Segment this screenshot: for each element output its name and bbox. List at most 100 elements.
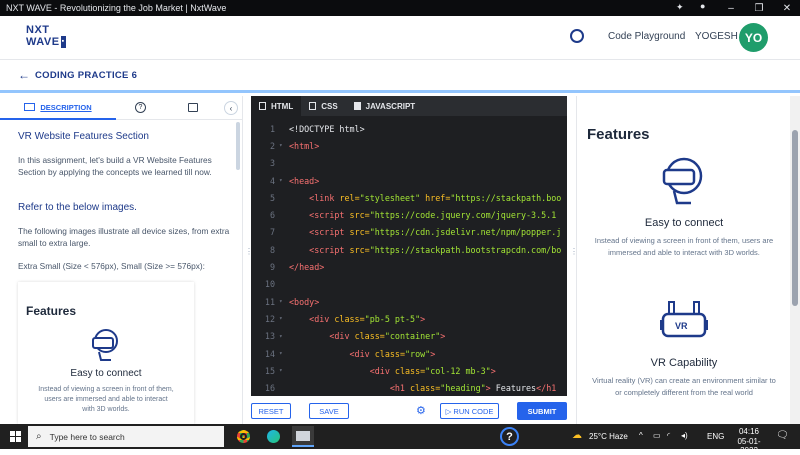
line-number: 9 [269,262,275,273]
code-text: <script src="https://code.jquery.com/jqu… [285,210,556,220]
weather-icon: ☁ [572,430,582,441]
wifi-icon[interactable]: ◜ [667,431,670,440]
avatar[interactable]: YO [739,23,768,52]
left-tab-bar: DESCRIPTION ? ‹ [0,96,242,120]
nxtwave-app-icon[interactable] [292,426,314,447]
description-heading: VR Website Features Section [18,131,149,142]
sample-feature-text: Instead of viewing a screen in front of … [38,386,174,413]
submit-button[interactable]: SUBMIT [517,402,567,420]
code-line[interactable]: 7 <script src="https://cdn.jsdelivr.net/… [251,224,567,241]
code-text: <body> [285,297,319,307]
code-line[interactable]: 12 ▾ <div class="pb-5 pt-5"> [251,310,567,327]
code-text: <div class="container"> [285,331,445,341]
line-number: 16 [264,383,275,394]
close-icon[interactable]: ✕ [772,0,800,16]
save-button[interactable]: SAVE [309,403,349,419]
edge-icon[interactable] [267,430,280,443]
line-number: 2 [269,140,275,151]
vr-badge: VR [675,321,688,331]
comments-icon[interactable] [188,103,198,112]
taskbar-search-placeholder: Type here to search [49,431,125,442]
minimize-icon[interactable]: – [716,0,746,16]
back-arrow-icon[interactable]: ← [18,68,30,82]
line-number: 10 [264,279,275,290]
code-line[interactable]: 1 <!DOCTYPE html> [251,120,567,137]
code-line[interactable]: 5 <link rel="stylesheet" href="https://s… [251,189,567,206]
clock-date[interactable]: 05-01-2022 [729,437,769,455]
description-paragraph-2: The following images illustrate all devi… [18,226,230,248]
description-paragraph-1: In this assignment, let's build a VR Web… [18,155,212,177]
tab-html[interactable]: HTML [251,96,302,116]
code-line[interactable]: 8 <script src="https://stackpath.bootstr… [251,241,567,258]
volume-icon[interactable]: ◂) [681,431,688,440]
code-token: <head> [289,175,320,186]
code-token: src= [349,244,370,255]
html-file-icon [259,102,266,110]
collapse-panel-icon[interactable]: ‹ [224,101,238,115]
code-token: > [490,365,496,376]
profile-icon[interactable]: ● [700,1,705,11]
logo-badge: ▪ [60,36,66,49]
practice-title: CODING PRACTICE 6 [35,70,138,81]
sample-feature-title: Easy to connect [70,368,142,379]
tab-description[interactable]: DESCRIPTION [0,96,116,120]
run-code-button[interactable]: ▷ RUN CODE [440,403,499,419]
code-token: class= [334,313,365,324]
code-line[interactable]: 9 </head> [251,258,567,275]
code-token: <div [369,365,395,376]
help-circle-icon[interactable]: ? [500,427,519,446]
tab-javascript[interactable]: JAVASCRIPT [346,96,424,116]
preview-scrollbar-thumb[interactable] [792,130,798,306]
code-line[interactable]: 14 ▾ <div class="row"> [251,345,567,362]
timer-icon[interactable] [570,29,584,43]
tab-css[interactable]: CSS [301,96,345,116]
help-icon[interactable]: ? [135,102,146,113]
settings-gear-icon[interactable]: ⚙ [416,404,426,417]
code-token: src= [349,227,370,238]
code-line[interactable]: 16 <h1 class="heading"> Features</h1 [251,379,567,396]
code-token: <script [309,227,350,238]
network-icon[interactable]: ▭ [653,431,661,440]
code-token: <link [309,192,340,203]
code-line[interactable]: 6 <script src="https://code.jquery.com/j… [251,206,567,223]
code-playground-link[interactable]: Code Playground [608,31,685,42]
language-indicator[interactable]: ENG [707,432,724,441]
code-token: <script [309,244,350,255]
left-scrollbar-thumb[interactable] [236,122,240,170]
nxtwave-logo[interactable]: NXT WAVE ▪ [26,24,66,49]
code-token: "heading" [440,383,486,394]
reset-button[interactable]: RESET [251,403,291,419]
tray-chevron-icon[interactable]: ^ [639,431,643,440]
code-token: </h1 [536,383,557,394]
code-line[interactable]: 2 ▾ <html> [251,137,567,154]
code-line[interactable]: 13 ▾ <div class="container"> [251,328,567,345]
restore-icon[interactable]: ❐ [744,0,774,16]
code-line[interactable]: 3 [251,155,567,172]
code-token: src= [349,210,370,221]
taskbar-search-box[interactable]: ⌕ Type here to search [28,426,224,447]
description-panel: DESCRIPTION ? ‹ VR Website Features Sect… [0,96,243,424]
code-line[interactable]: 15 ▾ <div class="col-12 mb-3"> [251,362,567,379]
code-text: <script src="https://stackpath.bootstrap… [285,245,561,255]
notifications-icon[interactable]: 🗨 [776,430,789,441]
preview-scrollbar[interactable] [790,96,800,424]
preview-feature-2-title: VR Capability [650,357,718,369]
preview-title: Features [587,126,650,143]
chrome-icon[interactable] [237,430,250,443]
code-text: </head> [285,262,324,272]
code-token: class= [410,383,441,394]
code-lines[interactable]: 1 <!DOCTYPE html> 2 ▾ <html> 3 4 ▾ <head> 5 <link… [251,120,567,396]
extensions-icon[interactable]: ✦ [676,2,684,13]
code-line[interactable]: 11 ▾ <body> [251,293,567,310]
line-number: 15 [264,365,275,376]
device-sizes-text: Extra Small (Size < 576px), Small (Size … [18,261,205,271]
clock-time[interactable]: 04:16 [738,427,760,436]
code-line[interactable]: 10 [251,276,567,293]
code-token: "row" [405,348,431,359]
weather-text[interactable]: 25°C Haze [589,432,628,441]
code-editor[interactable]: HTML CSS JAVASCRIPT 1 <!DOCTYPE html> 2 ▾ <h… [251,96,567,396]
code-token: <div [349,348,375,359]
windows-start-icon[interactable] [10,431,21,442]
code-line[interactable]: 4 ▾ <head> [251,172,567,189]
